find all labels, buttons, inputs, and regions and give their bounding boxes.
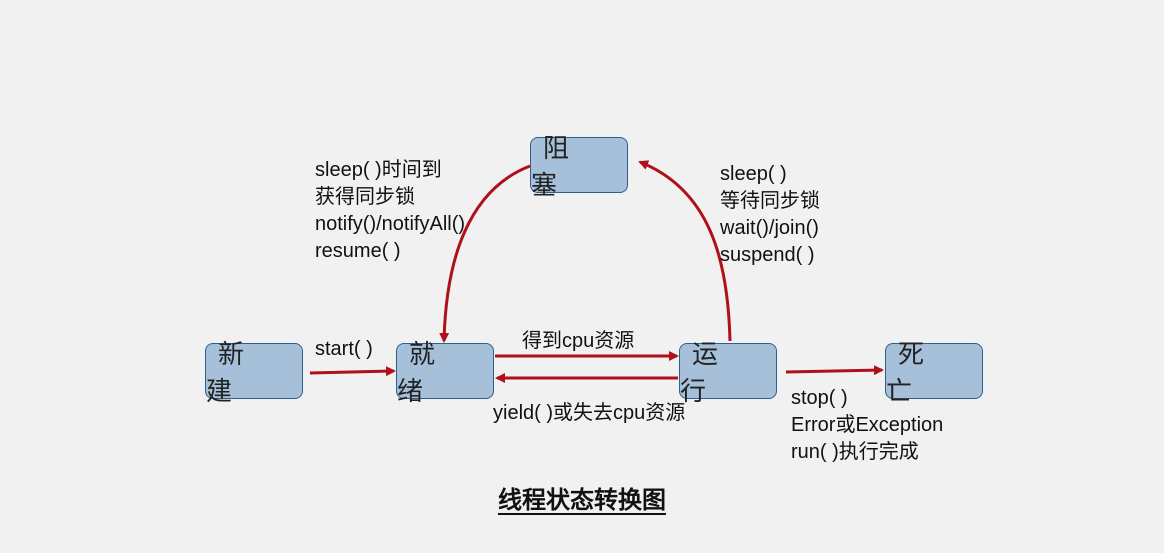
state-new: 新 建 (205, 340, 303, 407)
state-running: 运 行 (679, 340, 777, 407)
label-blocked-to-ready: sleep( )时间到 获得同步锁 notify()/notifyAll() r… (315, 157, 465, 265)
state-ready: 就 绪 (396, 340, 494, 407)
label-line: notify()/notifyAll() (315, 213, 466, 235)
thread-state-diagram: 新 建 就 绪 阻 塞 运 行 死 亡 start( ) 得到cpu资源 yie… (0, 0, 1164, 553)
label-line: Error或Exception (791, 414, 944, 436)
label-line: 得到cpu资源 (522, 330, 635, 352)
diagram-title-text: 线程状态转换图 (498, 486, 666, 514)
label-running-to-ready: yield( )或失去cpu资源 (493, 400, 685, 427)
label-line: stop( ) (791, 387, 848, 409)
label-line: sleep( )时间到 (315, 159, 442, 181)
transition-arrows (309, 160, 884, 383)
diagram-title: 线程状态转换图 (0, 480, 1164, 515)
label-line: yield( )或失去cpu资源 (493, 402, 686, 424)
arrow-running-to-blocked (638, 160, 732, 342)
label-line: 获得同步锁 (315, 186, 415, 208)
label-running-to-dead: stop( ) Error或Exception run( )执行完成 (791, 385, 943, 466)
label-line: start( ) (315, 338, 373, 360)
label-new-to-ready: start( ) (315, 336, 373, 363)
label-line: resume( ) (315, 240, 401, 262)
label-line: sleep( ) (720, 163, 787, 185)
label-running-to-blocked: sleep( ) 等待同步锁 wait()/join() suspend( ) (720, 161, 820, 269)
label-line: wait()/join() (720, 217, 819, 239)
arrow-new-to-ready (309, 366, 396, 377)
arrow-running-to-dead (785, 365, 884, 376)
label-ready-to-running: 得到cpu资源 (522, 328, 634, 355)
state-blocked: 阻 塞 (530, 134, 628, 201)
label-line: run( )执行完成 (791, 441, 919, 463)
label-line: 等待同步锁 (720, 190, 820, 212)
label-line: suspend( ) (720, 244, 815, 266)
